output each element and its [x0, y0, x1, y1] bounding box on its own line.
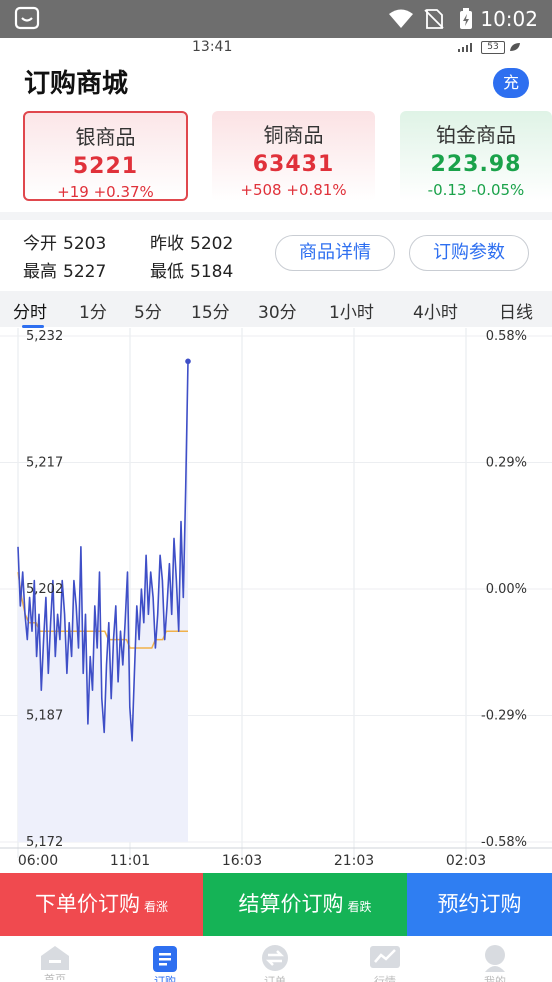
- home-icon: [41, 946, 69, 970]
- bottom-nav: 首页 订购 订单 行情 我的: [0, 936, 552, 982]
- nav-home-label: 首页: [44, 973, 66, 980]
- no-sim-icon: [424, 9, 444, 33]
- order-params-button[interactable]: 订购参数: [409, 235, 529, 271]
- tab-5min[interactable]: 5分: [134, 298, 162, 323]
- app-battery-level: 53: [481, 41, 505, 54]
- product-card-platinum[interactable]: 铂金商品 223.98 -0.13 -0.05%: [400, 111, 552, 201]
- battery-charging-icon: [459, 8, 473, 34]
- nav-order[interactable]: 订购: [110, 936, 220, 982]
- market-chart-icon: [370, 946, 400, 968]
- tab-1min[interactable]: 1分: [79, 298, 107, 323]
- y-tick-right: 0.58%: [486, 329, 527, 344]
- order-by-price-button[interactable]: 下单价订购 看涨: [0, 873, 203, 936]
- product-name: 铜商品: [263, 123, 324, 147]
- x-tick: 06:00: [18, 853, 58, 869]
- y-tick-right: -0.58%: [481, 835, 527, 850]
- tab-1hour[interactable]: 1小时: [329, 298, 374, 323]
- product-name: 银商品: [75, 125, 136, 149]
- clipboard-icon: [153, 946, 177, 972]
- nav-home[interactable]: 首页: [0, 936, 110, 980]
- stat-high: 最高 5227: [23, 257, 106, 282]
- stat-low: 最低 5184: [150, 257, 233, 282]
- y-tick-right: 0.29%: [486, 456, 527, 471]
- product-card-copper[interactable]: 铜商品 63431 +508 +0.81%: [212, 111, 375, 201]
- bullish-tag: 看涨: [143, 900, 168, 914]
- leaf-icon: [508, 41, 524, 57]
- stat-low-label: 最低: [150, 262, 184, 282]
- product-price: 63431: [252, 152, 335, 177]
- notification-icon: [14, 6, 40, 35]
- product-change: -0.13 -0.05%: [427, 181, 525, 199]
- order-by-settlement-label: 结算价订购: [238, 892, 344, 916]
- signal-icon: [452, 41, 478, 57]
- exchange-icon: [262, 945, 288, 971]
- x-tick: 21:03: [334, 853, 374, 869]
- recharge-button[interactable]: 充: [493, 68, 529, 98]
- user-icon: [485, 945, 505, 972]
- system-time: 10:02: [480, 7, 538, 31]
- stat-prev-close-value: 5202: [190, 234, 234, 254]
- wifi-icon: [388, 9, 414, 33]
- tab-daily[interactable]: 日线: [499, 298, 533, 323]
- y-tick-left: 5,187: [26, 709, 63, 724]
- stat-open-label: 今开: [23, 234, 57, 254]
- reserve-order-button[interactable]: 预约订购: [407, 873, 552, 936]
- y-tick-left: 5,217: [26, 456, 63, 471]
- y-tick-right: -0.29%: [481, 709, 527, 724]
- last-price-dot: [185, 358, 191, 365]
- stat-low-value: 5184: [190, 262, 234, 282]
- price-chart[interactable]: 5,232 5,217 5,202 5,187 5,172 0.58% 0.29% 0.00%…: [0, 328, 552, 873]
- stat-open-value: 5203: [63, 234, 107, 254]
- y-tick-left: 5,172: [26, 835, 63, 850]
- y-tick-right: 0.00%: [486, 582, 527, 597]
- product-change: +19 +0.37%: [57, 183, 154, 201]
- price-chart-svg: 5,232 5,217 5,202 5,187 5,172 0.58% 0.29% 0.00%…: [0, 328, 552, 869]
- nav-orders[interactable]: 订单: [220, 936, 330, 982]
- page-title: 订购商城: [24, 69, 129, 99]
- nav-market[interactable]: 行情: [330, 936, 440, 982]
- order-by-price-label: 下单价订购: [34, 892, 140, 916]
- product-name: 铂金商品: [436, 123, 516, 147]
- x-tick: 11:01: [110, 853, 150, 869]
- order-by-settlement-button[interactable]: 结算价订购 看跌: [203, 873, 407, 936]
- nav-profile[interactable]: 我的: [440, 936, 550, 982]
- tab-4hour[interactable]: 4小时: [413, 298, 458, 323]
- stat-prev-close-label: 昨收: [150, 234, 184, 254]
- stat-high-value: 5227: [63, 262, 107, 282]
- x-tick: 02:03: [446, 853, 486, 869]
- product-card-silver[interactable]: 银商品 5221 +19 +0.37%: [23, 111, 188, 201]
- section-divider: [0, 212, 552, 220]
- tab-30min[interactable]: 30分: [258, 298, 297, 323]
- tab-timeshare[interactable]: 分时: [13, 298, 47, 323]
- product-details-button[interactable]: 商品详情: [275, 235, 395, 271]
- product-change: +508 +0.81%: [240, 181, 347, 199]
- app-status-time: 13:41: [192, 39, 233, 55]
- app-status-bar: 13:41 53: [0, 38, 552, 58]
- x-tick: 16:03: [222, 853, 262, 869]
- order-actions: 下单价订购 看涨 结算价订购 看跌 预约订购: [0, 873, 552, 936]
- y-tick-left: 5,202: [26, 582, 63, 597]
- tab-15min[interactable]: 15分: [191, 298, 230, 323]
- y-tick-left: 5,232: [26, 329, 63, 344]
- product-price: 5221: [72, 154, 139, 179]
- stat-high-label: 最高: [23, 262, 57, 282]
- product-price: 223.98: [430, 152, 522, 177]
- system-status-bar: 10:02: [0, 0, 552, 38]
- stat-prev-close: 昨收 5202: [150, 229, 233, 254]
- stat-open: 今开 5203: [23, 229, 106, 254]
- bearish-tag: 看跌: [347, 900, 372, 914]
